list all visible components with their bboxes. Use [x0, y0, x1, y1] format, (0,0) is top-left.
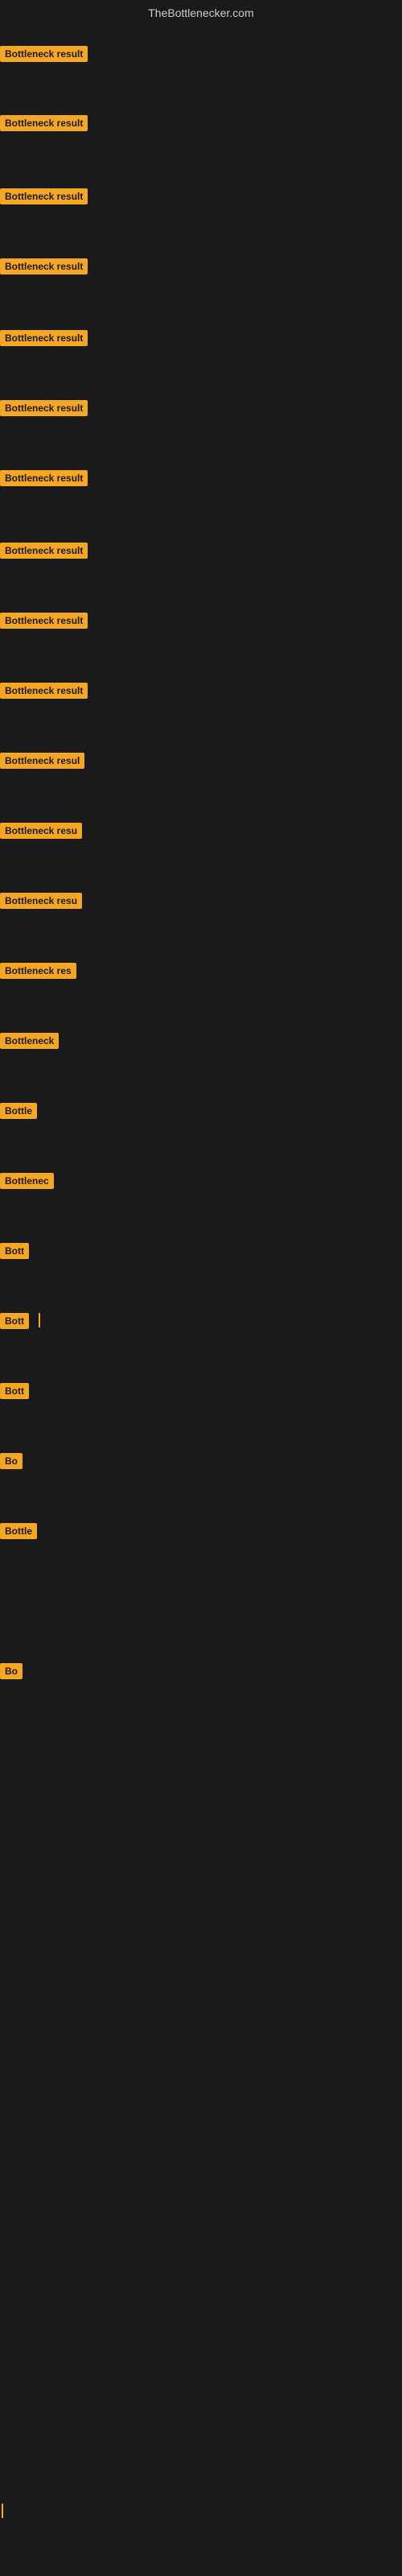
bottleneck-badge-13: Bottleneck resu: [0, 893, 82, 909]
cursor-indicator: [39, 1313, 40, 1327]
bottleneck-badge-5: Bottleneck result: [0, 330, 88, 346]
bottleneck-badge-6: Bottleneck result: [0, 400, 88, 416]
bottleneck-badge-3: Bottleneck result: [0, 188, 88, 204]
bottleneck-badge-22: Bottle: [0, 1523, 37, 1539]
result-row: Bottleneck result: [0, 400, 88, 420]
bottleneck-badge-16: Bottle: [0, 1103, 37, 1119]
bottleneck-badge-14: Bottleneck res: [0, 963, 76, 979]
result-row: Bott: [0, 1313, 29, 1333]
result-row: Bottle: [0, 1103, 37, 1123]
bottleneck-badge-12: Bottleneck resu: [0, 823, 82, 839]
result-row: Bottleneck result: [0, 46, 88, 66]
result-row: Bottleneck result: [0, 115, 88, 135]
result-row: Bottleneck result: [0, 188, 88, 208]
result-row: Bottleneck result: [0, 470, 88, 490]
bottleneck-badge-2: Bottleneck result: [0, 115, 88, 131]
bottleneck-badge-9: Bottleneck result: [0, 613, 88, 629]
site-title: TheBottlenecker.com: [0, 0, 402, 23]
result-row: Bo: [0, 1453, 23, 1473]
result-row: Bottleneck result: [0, 613, 88, 633]
bottleneck-badge-18: Bott: [0, 1243, 29, 1259]
result-row: Bottleneck result: [0, 258, 88, 279]
bottleneck-badge-11: Bottleneck resul: [0, 753, 84, 769]
result-row: Bottle: [0, 1523, 37, 1543]
bottleneck-badge-15: Bottleneck: [0, 1033, 59, 1049]
result-row: Bottleneck resul: [0, 753, 84, 773]
result-row: Bottleneck: [0, 1033, 59, 1053]
result-row: Bottleneck resu: [0, 893, 82, 913]
bottleneck-badge-8: Bottleneck result: [0, 543, 88, 559]
bottleneck-badge-4: Bottleneck result: [0, 258, 88, 275]
bottleneck-badge-17: Bottlenec: [0, 1173, 54, 1189]
result-row: Bottleneck result: [0, 543, 88, 563]
result-row: Bott: [0, 1383, 29, 1403]
result-row: Bottleneck result: [0, 683, 88, 703]
bottleneck-badge-21: Bo: [0, 1453, 23, 1469]
bottleneck-badge-20: Bott: [0, 1383, 29, 1399]
cursor-indicator: [2, 2504, 3, 2518]
bottleneck-badge-10: Bottleneck result: [0, 683, 88, 699]
result-row: Bottleneck result: [0, 330, 88, 350]
result-row: Bottleneck res: [0, 963, 76, 983]
bottleneck-badge-19: Bott: [0, 1313, 29, 1329]
bottleneck-badge-7: Bottleneck result: [0, 470, 88, 486]
result-row: Bott: [0, 1243, 29, 1263]
result-row: Bottleneck resu: [0, 823, 82, 843]
result-row: Bottlenec: [0, 1173, 54, 1193]
bottleneck-badge-24: Bo: [0, 1663, 23, 1679]
bottleneck-badge-1: Bottleneck result: [0, 46, 88, 62]
result-row: Bo: [0, 1663, 23, 1683]
